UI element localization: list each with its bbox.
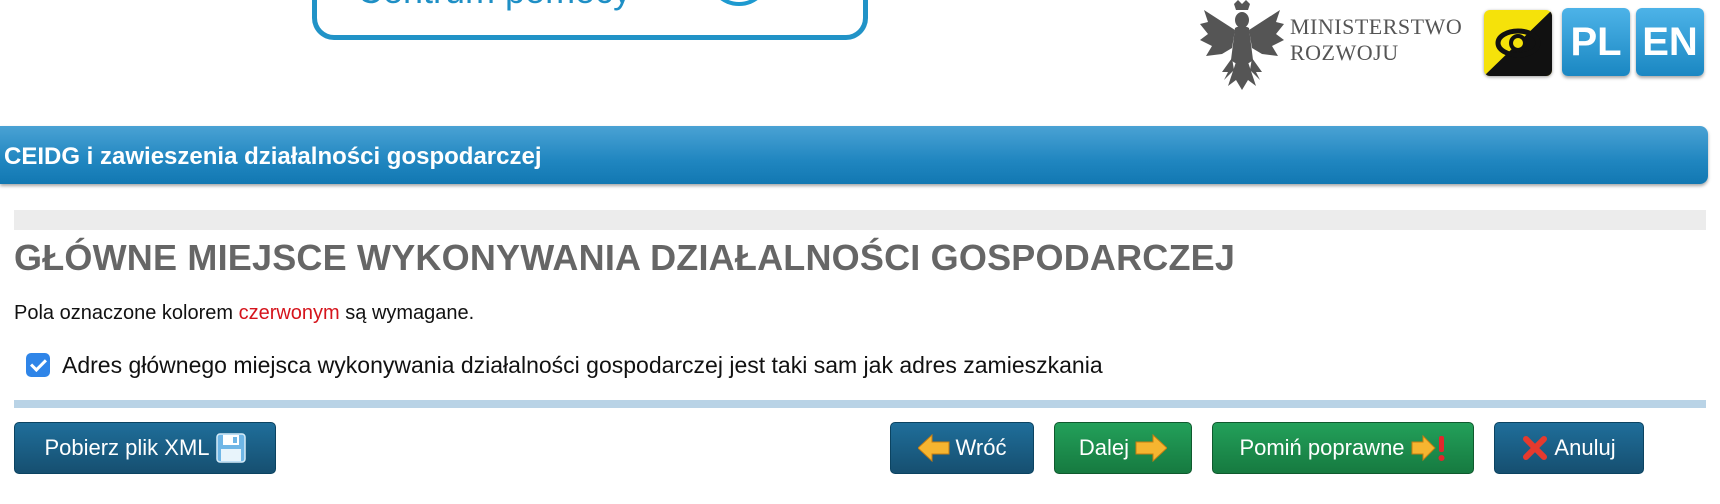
arrow-right-warning-icon	[1411, 434, 1445, 462]
help-center-box[interactable]: Centrum pomocy 24h	[312, 0, 868, 40]
form-divider	[14, 400, 1706, 408]
ministry-line-1: MINISTERSTWO	[1290, 14, 1463, 39]
close-icon	[1523, 436, 1548, 460]
floppy-disk-icon	[215, 433, 246, 463]
arrow-left-icon	[917, 434, 950, 462]
note-required-color-word: czerwonym	[238, 302, 340, 324]
note-text-end: są wymagane.	[339, 302, 475, 324]
skip-valid-button[interactable]: Pomiń poprawne	[1212, 422, 1474, 474]
same-address-label[interactable]: Adres głównego miejsca wykonywania dział…	[62, 352, 1103, 379]
help-24h-badge: 24h	[707, 0, 771, 6]
cancel-label: Anuluj	[1554, 435, 1616, 460]
next-label: Dalej	[1078, 435, 1130, 460]
download-xml-button[interactable]: Pobierz plik XML	[14, 422, 276, 474]
section-divider-strip	[14, 210, 1706, 230]
polish-eagle-emblem-icon	[1200, 0, 1284, 90]
required-fields-note: Pola oznaczone kolorem czerwonym są wyma…	[14, 302, 474, 325]
help-center-label: Centrum pomocy	[357, 0, 631, 12]
same-address-checkbox[interactable]	[26, 353, 50, 377]
page-title: GŁÓWNE MIEJSCE WYKONYWANIA DZIAŁALNOŚCI …	[14, 237, 1236, 278]
language-en-button[interactable]: EN	[1636, 8, 1704, 76]
eye-icon	[1484, 10, 1552, 76]
back-button[interactable]: Wróć	[890, 422, 1034, 474]
skip-valid-label: Pomiń poprawne	[1239, 435, 1405, 460]
cancel-button[interactable]: Anuluj	[1494, 422, 1644, 474]
module-title-bar: CEIDG i zawieszenia działalności gospoda…	[0, 126, 1708, 184]
same-address-option[interactable]: Adres głównego miejsca wykonywania dział…	[26, 352, 1103, 378]
ministry-logo-text: MINISTERSTWO ROZWOJU	[1290, 14, 1480, 66]
module-title: CEIDG i zawieszenia działalności gospoda…	[4, 143, 542, 170]
accessibility-contrast-button[interactable]	[1484, 10, 1552, 76]
ministry-line-2: ROZWOJU	[1290, 40, 1399, 65]
language-pl-button[interactable]: PL	[1562, 8, 1630, 76]
download-xml-label: Pobierz plik XML	[44, 435, 210, 460]
arrow-right-icon	[1135, 434, 1168, 462]
back-label: Wróć	[955, 435, 1007, 460]
note-text-start: Pola oznaczone kolorem	[14, 302, 239, 324]
next-button[interactable]: Dalej	[1054, 422, 1192, 474]
